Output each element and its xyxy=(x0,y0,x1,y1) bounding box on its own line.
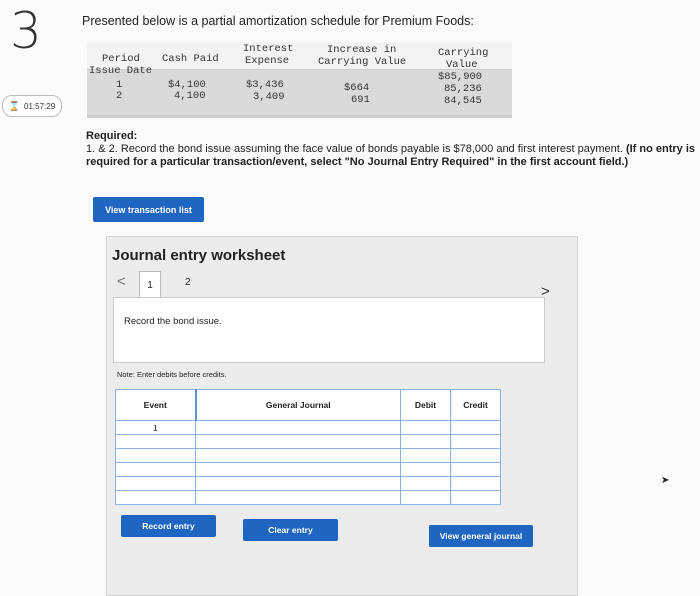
account-select[interactable] xyxy=(195,434,401,449)
timer-value: 01:57:29 xyxy=(24,101,56,111)
col-event: Event xyxy=(115,389,196,421)
account-select[interactable] xyxy=(195,462,401,477)
entry-description: Record the bond issue. xyxy=(124,316,222,327)
timer[interactable]: ⌛ 01:57:29 xyxy=(2,95,62,117)
mouse-cursor-icon: ➤ xyxy=(661,475,670,486)
credit-input[interactable] xyxy=(450,434,501,449)
debit-input[interactable] xyxy=(400,490,451,505)
required-text: 1. & 2. Record the bond issue assuming t… xyxy=(86,143,623,155)
credit-input[interactable] xyxy=(450,490,501,505)
debit-input[interactable] xyxy=(400,448,451,463)
account-select[interactable] xyxy=(195,490,401,505)
row1-carrying: 85,236 xyxy=(444,83,482,95)
entry-description-box: Record the bond issue. xyxy=(113,297,545,363)
debit-input[interactable] xyxy=(400,434,451,449)
credit-input[interactable] xyxy=(450,448,501,463)
account-select[interactable] xyxy=(195,448,401,463)
hdr-issue-date: Issue Date xyxy=(89,65,153,77)
row2-increase: 691 xyxy=(351,94,370,106)
debit-input[interactable] xyxy=(400,462,451,477)
row2-interest: 3,409 xyxy=(253,91,285,103)
row1-interest: $3,436 xyxy=(246,79,284,91)
hdr-increase-1: Increase in xyxy=(327,44,397,56)
note-text: Note: Enter debits before credits. xyxy=(117,370,227,379)
journal-table: Event General Journal Debit Credit 1 xyxy=(115,389,501,505)
hdr-carrying-1: Carrying xyxy=(438,47,489,59)
debit-input[interactable] xyxy=(400,476,451,491)
event-cell xyxy=(115,462,196,477)
col-general-journal: General Journal xyxy=(194,389,401,421)
record-entry-button[interactable]: Record entry xyxy=(121,515,216,537)
hdr-period: Period xyxy=(102,53,140,65)
row2-cash-paid: 4,100 xyxy=(174,90,206,102)
row1-increase: $664 xyxy=(344,82,370,94)
account-select[interactable] xyxy=(195,420,401,435)
event-cell xyxy=(115,476,196,491)
worksheet-title: Journal entry worksheet xyxy=(112,247,286,264)
issue-carrying-value: $85,900 xyxy=(438,71,483,83)
hdr-interest-2: Expense xyxy=(245,55,290,67)
tab-2[interactable]: 2 xyxy=(185,277,191,288)
event-cell xyxy=(115,434,196,449)
amortization-schedule: Period Issue Date Cash Paid Interest Exp… xyxy=(87,42,512,118)
credit-input[interactable] xyxy=(450,420,501,435)
hdr-cash-paid: Cash Paid xyxy=(162,53,219,65)
view-general-journal-button[interactable]: View general journal xyxy=(429,525,533,547)
row2-period: 2 xyxy=(116,90,123,102)
intro-text: Presented below is a partial amortizatio… xyxy=(82,14,474,28)
journal-entry-worksheet: Journal entry worksheet < 1 2 > Record t… xyxy=(106,236,578,596)
event-cell xyxy=(115,490,196,505)
account-select[interactable] xyxy=(195,476,401,491)
hdr-carrying-2: Value xyxy=(446,59,478,71)
debit-input[interactable] xyxy=(400,420,451,435)
required-section: Required: 1. & 2. Record the bond issue … xyxy=(86,130,696,169)
col-credit: Credit xyxy=(450,389,501,421)
tab-1[interactable]: 1 xyxy=(139,271,161,298)
chevron-left-icon[interactable]: < xyxy=(117,273,126,290)
schedule-divider xyxy=(87,115,512,118)
question-number: 3 xyxy=(10,2,42,60)
event-cell: 1 xyxy=(115,420,196,435)
event-cell xyxy=(115,448,196,463)
row2-carrying: 84,545 xyxy=(444,95,482,107)
hdr-increase-2: Carrying Value xyxy=(318,56,407,68)
hourglass-icon: ⌛ xyxy=(8,100,21,111)
credit-input[interactable] xyxy=(450,462,501,477)
clear-entry-button[interactable]: Clear entry xyxy=(243,519,338,541)
hdr-interest-1: Interest xyxy=(243,43,294,55)
credit-input[interactable] xyxy=(450,476,501,491)
view-transaction-list-button[interactable]: View transaction list xyxy=(93,197,204,222)
col-debit: Debit xyxy=(400,389,451,421)
required-heading: Required: xyxy=(86,130,138,142)
